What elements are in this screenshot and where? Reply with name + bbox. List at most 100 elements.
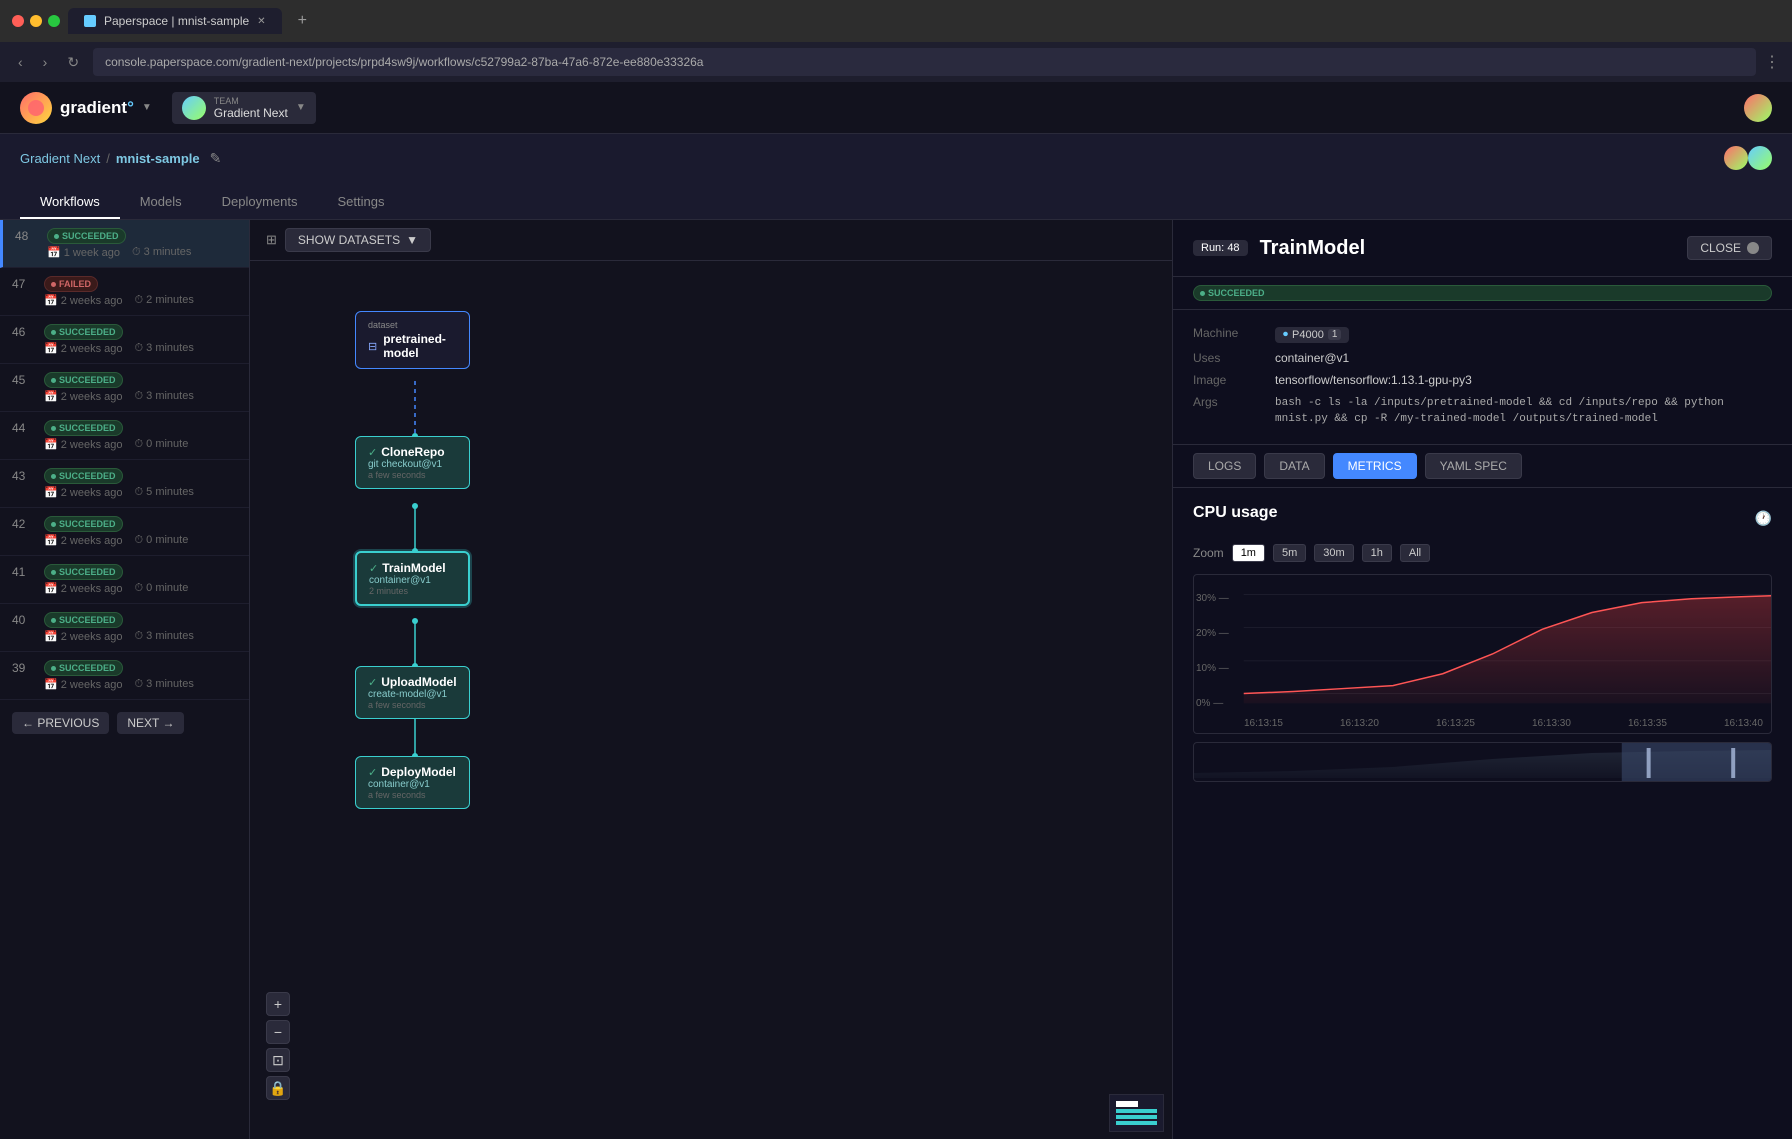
clone-repo-node[interactable]: ✓ CloneRepo git checkout@v1 a few second… xyxy=(355,436,470,489)
team-selector[interactable]: TEAM Gradient Next ▼ xyxy=(172,92,316,124)
map-controls: + − ⊡ 🔒 xyxy=(266,992,290,1100)
run-number: 42 xyxy=(12,517,36,531)
run-item[interactable]: 40 SUCCEEDED 📅 2 weeks ago ⏱ 3 minutes xyxy=(0,604,249,652)
clock-icon: 🕐 xyxy=(1755,510,1772,527)
tab-workflows[interactable]: Workflows xyxy=(20,186,120,219)
forward-button[interactable]: › xyxy=(37,52,54,72)
timeline-container[interactable]: 16:12:00 16:12:30 16:13:00 16:13:... xyxy=(1193,742,1772,782)
tab-deployments[interactable]: Deployments xyxy=(202,186,318,219)
clone-repo-sub: git checkout@v1 xyxy=(368,459,457,470)
run-badge-label: Run: xyxy=(1201,242,1224,254)
minimize-window-dot[interactable] xyxy=(30,15,42,27)
run-item[interactable]: 46 SUCCEEDED 📅 2 weeks ago ⏱ 3 minutes xyxy=(0,316,249,364)
dataset-node[interactable]: dataset ⊟ pretrained-model xyxy=(355,311,470,369)
tab-settings[interactable]: Settings xyxy=(318,186,405,219)
status-badge: SUCCEEDED xyxy=(44,612,123,628)
yaml-spec-tab[interactable]: YAML SPEC xyxy=(1425,453,1522,479)
zoom-1m-button[interactable]: 1m xyxy=(1232,544,1265,562)
x-label-6: 16:13:40 xyxy=(1724,718,1763,729)
run-item[interactable]: 48 SUCCEEDED 📅 1 week ago ⏱ 3 minutes xyxy=(0,220,249,268)
show-datasets-button[interactable]: SHOW DATASETS ▼ xyxy=(285,228,431,252)
upload-model-node[interactable]: ✓ UploadModel create-model@v1 a few seco… xyxy=(355,666,470,719)
browser-settings-button[interactable]: ⋮ xyxy=(1764,52,1780,72)
deploy-model-time: a few seconds xyxy=(368,790,457,800)
data-tab[interactable]: DATA xyxy=(1264,453,1324,479)
run-badge: Run: 48 xyxy=(1193,240,1248,256)
zoom-out-button[interactable]: − xyxy=(266,1020,290,1044)
run-item[interactable]: 44 SUCCEEDED 📅 2 weeks ago ⏱ 0 minute xyxy=(0,412,249,460)
machine-icon: ⏺ xyxy=(1283,329,1288,340)
maximize-window-dot[interactable] xyxy=(48,15,60,27)
zoom-in-button[interactable]: + xyxy=(266,992,290,1016)
run-item[interactable]: 42 SUCCEEDED 📅 2 weeks ago ⏱ 0 minute xyxy=(0,508,249,556)
chart-y-labels: 30% — 20% — 10% — 0% — xyxy=(1196,585,1229,718)
zoom-all-button[interactable]: All xyxy=(1400,544,1430,562)
main-tabs: Workflows Models Deployments Settings xyxy=(0,178,1792,220)
run-number: 43 xyxy=(12,469,36,483)
args-label: Args xyxy=(1193,395,1263,409)
canvas-area[interactable]: dataset ⊟ pretrained-model ✓ CloneRepo g… xyxy=(250,261,1172,1139)
browser-chrome: Paperspace | mnist-sample ✕ + xyxy=(0,0,1792,42)
run-time-ago: 📅 2 weeks ago xyxy=(44,630,123,643)
upload-model-time: a few seconds xyxy=(368,700,457,710)
run-item[interactable]: 45 SUCCEEDED 📅 2 weeks ago ⏱ 3 minutes xyxy=(0,364,249,412)
zoom-1h-button[interactable]: 1h xyxy=(1362,544,1392,562)
metrics-tab[interactable]: METRICS xyxy=(1333,453,1417,479)
close-button[interactable]: CLOSE xyxy=(1687,236,1772,260)
args-info-row: Args bash -c ls -la /inputs/pretrained-m… xyxy=(1193,391,1772,432)
tab-close-icon[interactable]: ✕ xyxy=(257,16,265,27)
deploy-model-sub: container@v1 xyxy=(368,779,457,790)
train-model-node[interactable]: ✓ TrainModel container@v1 2 minutes xyxy=(355,551,470,606)
run-item[interactable]: 41 SUCCEEDED 📅 2 weeks ago ⏱ 0 minute xyxy=(0,556,249,604)
deploy-model-node[interactable]: ✓ DeployModel container@v1 a few seconds xyxy=(355,756,470,809)
app-container: gradient° ▼ TEAM Gradient Next ▼ Gradien… xyxy=(0,82,1792,1139)
image-label: Image xyxy=(1193,373,1263,387)
new-tab-button[interactable]: + xyxy=(290,8,315,34)
tab-favicon xyxy=(84,15,96,27)
reload-button[interactable]: ↻ xyxy=(61,52,85,73)
logs-tab[interactable]: LOGS xyxy=(1193,453,1256,479)
zoom-5m-button[interactable]: 5m xyxy=(1273,544,1306,562)
breadcrumb-current: mnist-sample xyxy=(116,151,200,166)
run-badge-number: 48 xyxy=(1227,242,1239,254)
detail-status-label: SUCCEEDED xyxy=(1208,288,1265,298)
team-dropdown-icon: ▼ xyxy=(296,102,306,113)
next-page-button[interactable]: NEXT → xyxy=(117,712,184,734)
x-label-5: 16:13:35 xyxy=(1628,718,1667,729)
image-value: tensorflow/tensorflow:1.13.1-gpu-py3 xyxy=(1275,373,1472,387)
run-item[interactable]: 43 SUCCEEDED 📅 2 weeks ago ⏱ 5 minutes xyxy=(0,460,249,508)
close-window-dot[interactable] xyxy=(12,15,24,27)
mini-map-item xyxy=(1116,1121,1157,1125)
logo-dropdown-icon[interactable]: ▼ xyxy=(142,102,152,113)
status-badge: SUCCEEDED xyxy=(44,564,123,580)
team-name: Gradient Next xyxy=(214,106,288,120)
team-info: TEAM Gradient Next xyxy=(214,96,288,120)
run-item[interactable]: 47 FAILED 📅 2 weeks ago ⏱ 2 minutes xyxy=(0,268,249,316)
header-right-icons xyxy=(1724,146,1772,170)
breadcrumb-parent-link[interactable]: Gradient Next xyxy=(20,151,100,166)
fit-view-button[interactable]: ⊡ xyxy=(266,1048,290,1072)
run-item[interactable]: 39 SUCCEEDED 📅 2 weeks ago ⏱ 3 minutes xyxy=(0,652,249,700)
zoom-label: Zoom xyxy=(1193,546,1224,560)
zoom-30m-button[interactable]: 30m xyxy=(1314,544,1353,562)
tab-models[interactable]: Models xyxy=(120,186,202,219)
run-time-ago: 📅 2 weeks ago xyxy=(44,390,123,403)
upload-model-sub: create-model@v1 xyxy=(368,689,457,700)
deploy-model-title: DeployModel xyxy=(381,765,456,779)
avatar-icon-1 xyxy=(1724,146,1748,170)
logo-text: gradient° xyxy=(60,98,134,118)
lock-button[interactable]: 🔒 xyxy=(266,1076,290,1100)
run-number: 48 xyxy=(15,229,39,243)
pagination: ← PREVIOUS NEXT → xyxy=(0,700,249,746)
detail-panel: Run: 48 TrainModel CLOSE SUCCEEDED xyxy=(1172,220,1792,1139)
machine-info-row: Machine ⏺ P4000 1 xyxy=(1193,322,1772,347)
prev-page-button[interactable]: ← PREVIOUS xyxy=(12,712,109,734)
run-duration: ⏱ 0 minute xyxy=(135,438,189,451)
run-duration: ⏱ 3 minutes xyxy=(132,246,191,259)
user-avatar[interactable] xyxy=(1744,94,1772,122)
address-bar-input[interactable] xyxy=(93,48,1756,76)
canvas-toolbar: ⊞ SHOW DATASETS ▼ xyxy=(250,220,1172,261)
active-tab[interactable]: Paperspace | mnist-sample ✕ xyxy=(68,8,282,34)
back-button[interactable]: ‹ xyxy=(12,52,29,72)
edit-project-icon[interactable]: ✎ xyxy=(210,150,222,167)
